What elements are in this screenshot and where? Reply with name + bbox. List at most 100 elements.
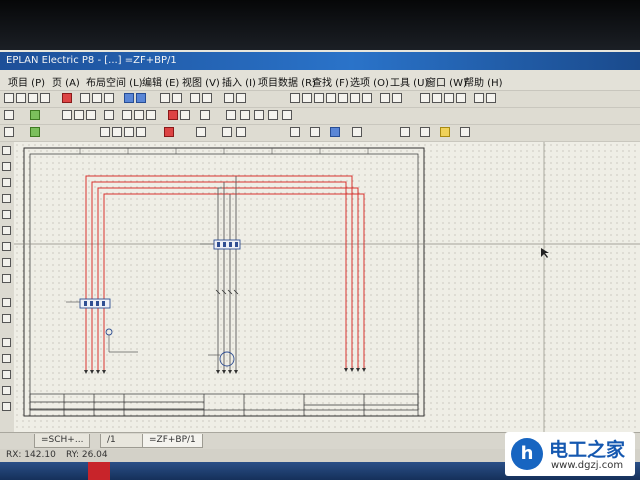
- contact-icon[interactable]: [62, 110, 72, 120]
- schematic-canvas[interactable]: [14, 142, 640, 432]
- navigator-icon[interactable]: [330, 127, 340, 137]
- text-tool-icon[interactable]: [2, 298, 11, 307]
- menu-options[interactable]: 选项 (O): [350, 74, 389, 89]
- polyline-tool-icon[interactable]: [2, 162, 11, 171]
- dimension-radius-icon[interactable]: [2, 386, 11, 395]
- flag-icon[interactable]: [168, 110, 178, 120]
- terminal-symbol[interactable]: [105, 328, 113, 336]
- report-icon[interactable]: [400, 127, 410, 137]
- text-icon[interactable]: [196, 127, 206, 137]
- polyline-icon[interactable]: [112, 127, 122, 137]
- motor-symbol[interactable]: [219, 351, 235, 367]
- circle-tool-icon[interactable]: [2, 194, 11, 203]
- rectangle-tool-icon[interactable]: [2, 178, 11, 187]
- snap-icon[interactable]: [474, 93, 484, 103]
- check-icon[interactable]: [420, 127, 430, 137]
- terminal-icon[interactable]: [86, 110, 96, 120]
- table-icon[interactable]: [160, 93, 170, 103]
- prev-page-icon[interactable]: [380, 93, 390, 103]
- copy-icon[interactable]: [92, 93, 102, 103]
- menu-view[interactable]: 视图 (V): [182, 74, 220, 89]
- rect-icon[interactable]: [124, 127, 134, 137]
- save-icon[interactable]: [28, 93, 38, 103]
- zoom-box-icon[interactable]: [290, 93, 300, 103]
- symbol-icon[interactable]: [30, 110, 40, 120]
- tab-page-zf-bp[interactable]: =ZF+BP/1: [142, 434, 203, 448]
- zoom-fit-icon[interactable]: [326, 93, 336, 103]
- zoom-page-icon[interactable]: [338, 93, 348, 103]
- grid-b-icon[interactable]: [432, 93, 442, 103]
- grid-c-icon[interactable]: [444, 93, 454, 103]
- menu-layout-space[interactable]: 布局空间 (L): [86, 74, 143, 89]
- ortho-icon[interactable]: [486, 93, 496, 103]
- next-page-icon[interactable]: [392, 93, 402, 103]
- redo-icon[interactable]: [202, 93, 212, 103]
- image-icon[interactable]: [222, 127, 232, 137]
- select-icon[interactable]: [4, 110, 14, 120]
- page-prev-icon[interactable]: [136, 93, 146, 103]
- jump-icon[interactable]: [134, 110, 144, 120]
- menu-page[interactable]: 页 (A): [52, 74, 80, 89]
- taskbar-app-icon[interactable]: [88, 462, 110, 480]
- cable-icon[interactable]: [104, 110, 114, 120]
- layer-icon[interactable]: [290, 127, 300, 137]
- dimension-tool-icon[interactable]: [2, 338, 11, 347]
- menu-project-data[interactable]: 项目数据 (R): [258, 74, 316, 89]
- new-icon[interactable]: [4, 93, 14, 103]
- export-icon[interactable]: [460, 127, 470, 137]
- zoom-window-icon[interactable]: [350, 93, 360, 103]
- menu-help[interactable]: 帮助 (H): [464, 74, 503, 89]
- polygon-tool-icon[interactable]: [2, 274, 11, 283]
- structure-box-icon[interactable]: [268, 110, 278, 120]
- ellipse-tool-icon[interactable]: [2, 210, 11, 219]
- grid-d-icon[interactable]: [456, 93, 466, 103]
- image-tool-icon[interactable]: [2, 314, 11, 323]
- zoom-in-icon[interactable]: [302, 93, 312, 103]
- menu-edit[interactable]: 编辑 (E): [142, 74, 179, 89]
- warning-icon[interactable]: [440, 127, 450, 137]
- print-icon[interactable]: [40, 93, 50, 103]
- menu-insert[interactable]: 插入 (I): [222, 74, 256, 89]
- mirror-icon[interactable]: [236, 93, 246, 103]
- branch-icon[interactable]: [146, 110, 156, 120]
- open-icon[interactable]: [16, 93, 26, 103]
- box-icon[interactable]: [226, 110, 236, 120]
- draw-icon[interactable]: [4, 127, 14, 137]
- spline-tool-icon[interactable]: [2, 258, 11, 267]
- menu-window[interactable]: 窗口 (W): [426, 74, 467, 89]
- tab-page-sch[interactable]: =SCH+...: [34, 434, 91, 448]
- dimension-aligned-icon[interactable]: [2, 354, 11, 363]
- menu-tools[interactable]: 工具 (U): [390, 74, 428, 89]
- dimension-icon[interactable]: [236, 127, 246, 137]
- tool-icon[interactable]: [62, 93, 72, 103]
- rotate-icon[interactable]: [224, 93, 234, 103]
- sector-tool-icon[interactable]: [2, 242, 11, 251]
- line-tool-icon[interactable]: [2, 146, 11, 155]
- grid-a-icon[interactable]: [420, 93, 430, 103]
- paste-icon[interactable]: [104, 93, 114, 103]
- interrupt-icon[interactable]: [200, 110, 210, 120]
- menu-find[interactable]: 查找 (F): [312, 74, 349, 89]
- location-box-icon[interactable]: [282, 110, 292, 120]
- connection-icon[interactable]: [122, 110, 132, 120]
- cut-icon[interactable]: [80, 93, 90, 103]
- properties-icon[interactable]: [310, 127, 320, 137]
- coil-icon[interactable]: [74, 110, 84, 120]
- macro-icon[interactable]: [352, 127, 362, 137]
- pin-icon[interactable]: [30, 127, 40, 137]
- arrow-icon[interactable]: [180, 110, 190, 120]
- plc-icon[interactable]: [240, 110, 250, 120]
- arc-tool-icon[interactable]: [2, 226, 11, 235]
- blackbox-icon[interactable]: [254, 110, 264, 120]
- line-icon[interactable]: [100, 127, 110, 137]
- undo-icon[interactable]: [190, 93, 200, 103]
- zoom-out-icon[interactable]: [314, 93, 324, 103]
- redraw-icon[interactable]: [362, 93, 372, 103]
- dimension-chain-icon[interactable]: [2, 402, 11, 411]
- dimension-angle-icon[interactable]: [2, 370, 11, 379]
- grid-icon[interactable]: [172, 93, 182, 103]
- circle-icon[interactable]: [136, 127, 146, 137]
- menu-project[interactable]: 项目 (P): [8, 74, 45, 89]
- page-icon[interactable]: [124, 93, 134, 103]
- marker-icon[interactable]: [164, 127, 174, 137]
